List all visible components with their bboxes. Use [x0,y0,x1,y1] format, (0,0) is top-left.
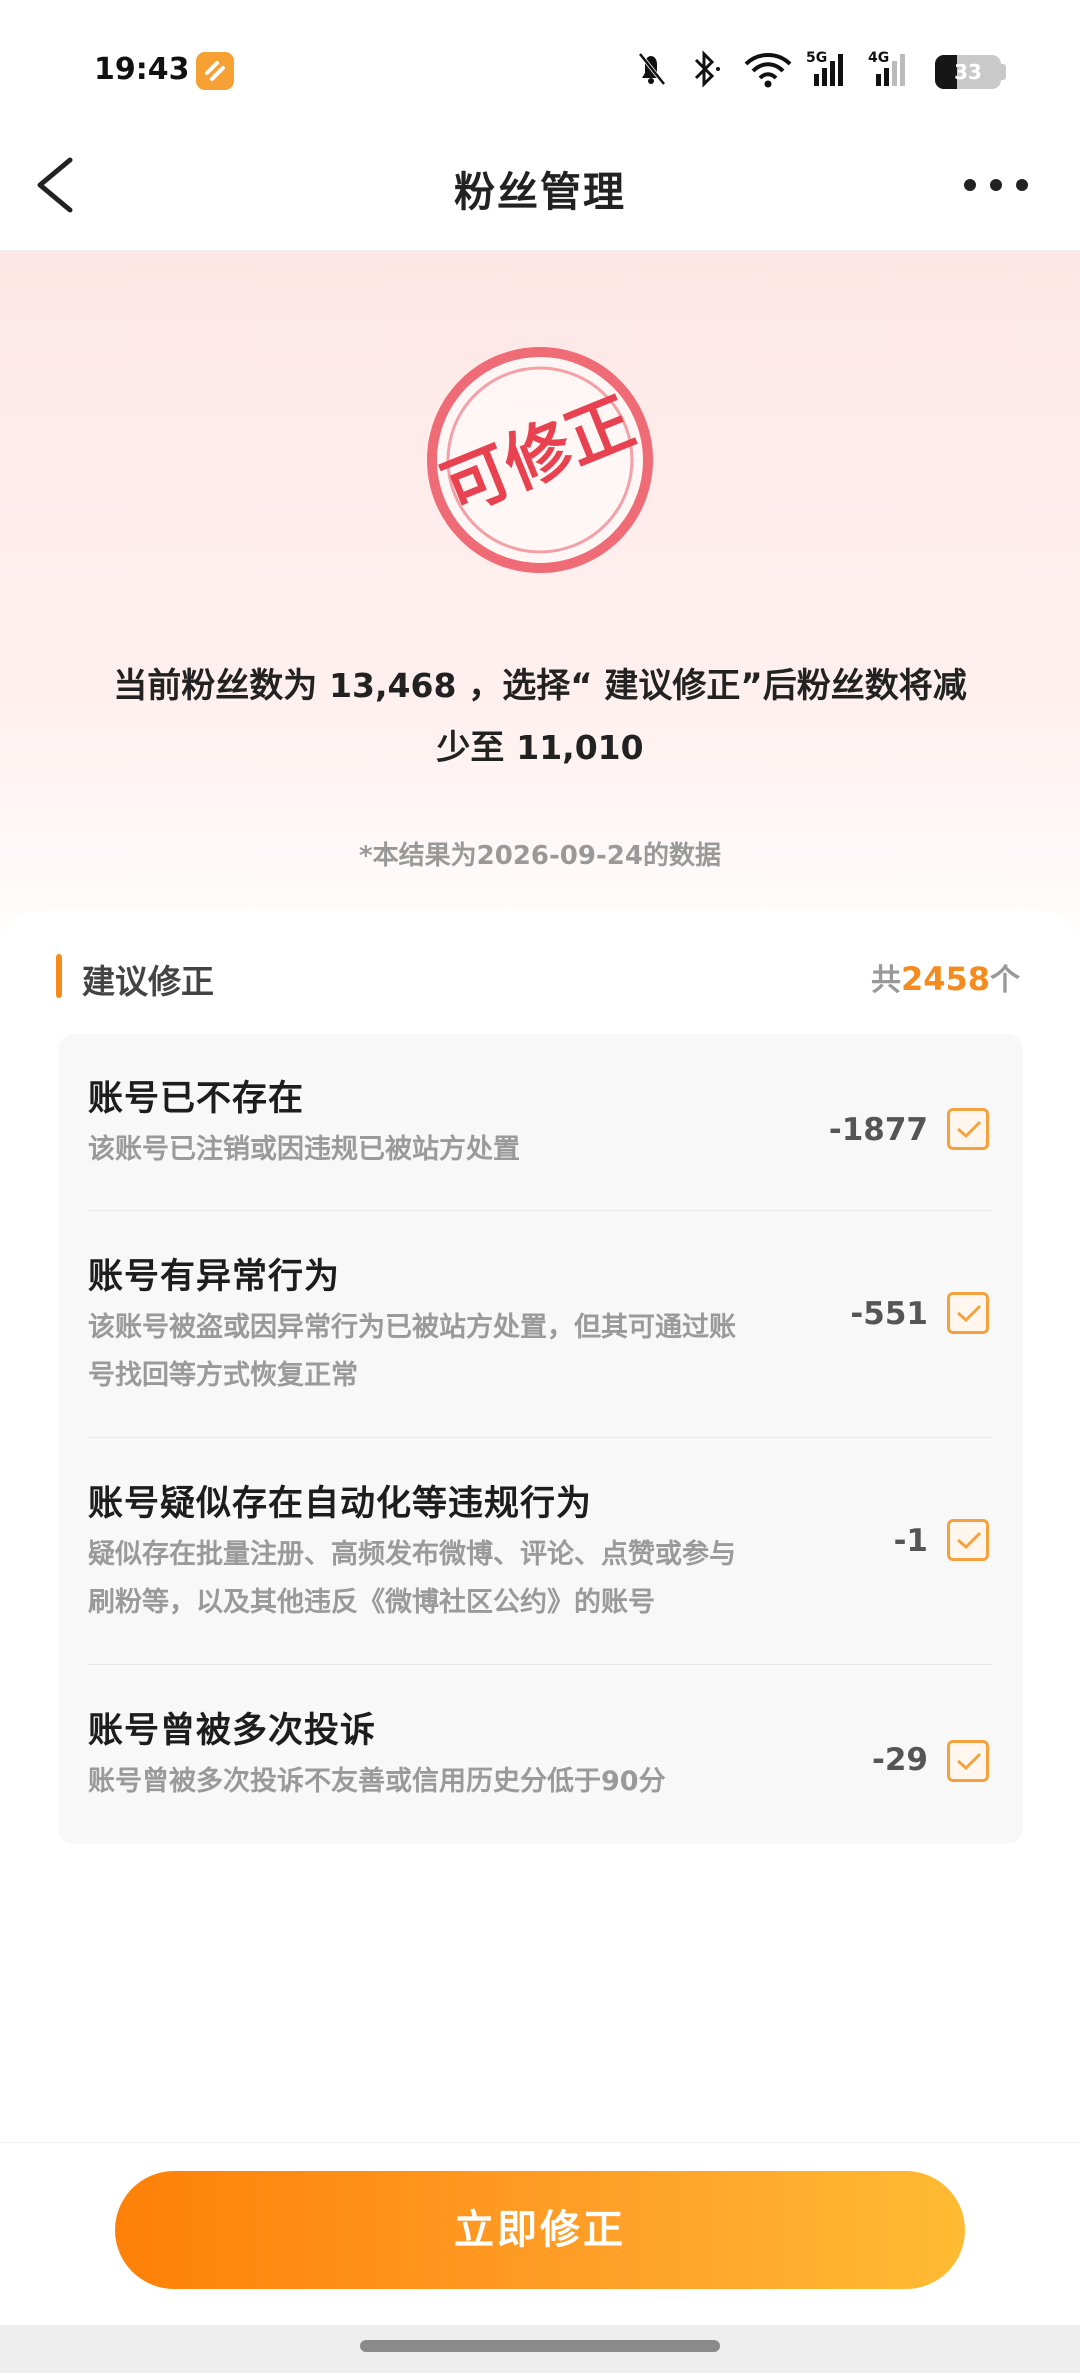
checkmark-icon [957,1752,982,1771]
bluetooth-icon [694,50,720,88]
summary-text-1: 当前粉丝数为 [113,666,318,706]
signal-4g-icon: 4G [868,50,905,86]
checkmark-icon [957,1531,982,1550]
item-checkbox[interactable] [947,1740,989,1782]
item-count: -551 [850,1296,928,1332]
item-count: -1877 [828,1112,928,1148]
signal-5g-icon: 5G [806,50,843,86]
item-desc: 账号曾被多次投诉不友善或信用历史分低于90分 [88,1766,666,1797]
section-title: 建议修正 [82,962,214,1001]
total-count: 共2458个 [871,955,1020,999]
checkmark-icon [957,1304,982,1323]
list-item[interactable]: 账号有异常行为 该账号被盗或因异常行为已被站方处置，但其可通过账 号找回等方式恢复… [88,1248,993,1438]
item-desc: 该账号被盗或因异常行为已被站方处置，但其可通过账 号找回等方式恢复正常 [88,1312,736,1391]
item-checkbox[interactable] [947,1292,989,1334]
item-desc: 该账号已注销或因违规已被站方处置 [88,1134,520,1165]
data-date-note: *本结果为2026-09-24的数据 [359,841,721,871]
section-accent-bar [56,954,62,998]
battery-percent: 33 [954,60,982,84]
divider [88,1437,993,1438]
status-icons: 5G 4G [638,50,905,88]
reason-list: 账号已不存在 该账号已注销或因违规已被站方处置 -1877 账号有异常行为 该账… [58,1034,1023,1844]
total-prefix: 共 [870,963,901,998]
home-indicator[interactable] [360,2340,720,2352]
item-count: -1 [893,1523,928,1559]
item-title: 账号有异常行为 [88,1257,341,1297]
svg-text:5G: 5G [806,50,827,66]
more-dots-icon [964,179,1028,191]
wifi-icon [744,53,792,88]
divider [88,1664,993,1665]
more-button[interactable] [960,160,1032,210]
mute-bell-icon [638,52,666,86]
result-fans-count: 11,010 [516,728,644,767]
item-title: 账号已不存在 [88,1079,305,1119]
list-item[interactable]: 账号已不存在 该账号已注销或因违规已被站方处置 -1877 [88,1070,993,1210]
status-time: 19:43 [94,52,190,87]
total-suffix: 个 [990,963,1020,998]
summary-text-2: ，选择“ 建议修正”后粉丝数将减 [468,666,967,706]
list-item[interactable]: 账号疑似存在自动化等违规行为 疑似存在批量注册、高频发布微博、评论、点赞或参与刷… [88,1475,993,1665]
summary-text-3: 少至 [436,728,505,768]
fans-summary: 当前粉丝数为 13,468 ，选择“ 建议修正”后粉丝数将减 少至 11,010 [70,655,1010,779]
checkmark-icon [957,1120,982,1139]
correct-now-button[interactable]: 立即修正 [115,2171,965,2289]
battery-nub [1001,64,1006,80]
item-checkbox[interactable] [947,1519,989,1561]
battery-icon: 33 [935,55,1001,89]
correctable-stamp: 可修正 [427,347,653,573]
weibo-app-icon [196,52,234,90]
divider [88,1210,993,1211]
item-checkbox[interactable] [947,1108,989,1150]
page-title: 粉丝管理 [454,168,626,216]
item-count: -29 [871,1742,928,1778]
current-fans-count: 13,468 [329,666,457,705]
item-title: 账号疑似存在自动化等违规行为 [88,1484,593,1524]
list-item[interactable]: 账号曾被多次投诉 账号曾被多次投诉不友善或信用历史分低于90分 -29 [88,1702,993,1832]
item-desc: 疑似存在批量注册、高频发布微博、评论、点赞或参与 刷粉等，以及其他违反《微博社区公… [88,1539,736,1618]
svg-text:4G: 4G [868,50,889,66]
total-count-value: 2458 [900,960,990,998]
item-title: 账号曾被多次投诉 [88,1711,377,1751]
